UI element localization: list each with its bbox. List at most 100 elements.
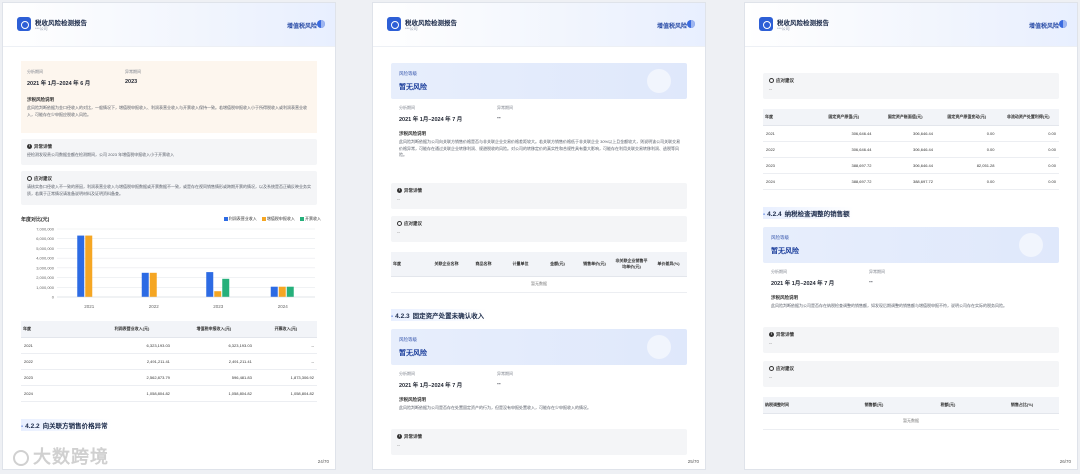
page-header: 税收风险检测报告 ***公司 增值税风险 xyxy=(373,3,705,47)
detail-value: -- xyxy=(397,197,400,202)
report-logo-icon xyxy=(387,17,401,31)
header-category: 增值税风险 xyxy=(656,24,687,30)
y-tick-label: 7,000,000 xyxy=(36,227,55,232)
legend-item-3: 开票收入 xyxy=(305,216,321,221)
abnormal-value: -- xyxy=(497,115,501,121)
y-tick-label: 3,000,000 xyxy=(36,265,55,270)
advice-heading: 应对建议 xyxy=(27,176,52,182)
table-cell: -- xyxy=(254,353,317,370)
table-header-row: 年度 利润表营业收入(元) 增值税申报收入(元) 开票收入(元) xyxy=(21,321,317,338)
table-cell: 596,481.83 xyxy=(172,369,255,386)
table-cell: 2023 xyxy=(763,157,813,174)
table-row: 2023 2,562,873.79 596,481.83 1,873,306.92 xyxy=(21,369,317,386)
shield-icon xyxy=(769,78,774,84)
risk-level-value: 暂无风险 xyxy=(771,248,799,255)
period-label: 分析期间 xyxy=(399,371,415,376)
warning-icon: ! xyxy=(397,188,402,194)
y-tick-label: 1,000,000 xyxy=(36,285,55,290)
col-header: 销售单价(元) xyxy=(576,252,613,277)
table-cell: 0.00 xyxy=(997,125,1059,142)
table-cell: 306,646.44 xyxy=(874,157,936,174)
period-value: 2021 年 1月–2024 年 7 月 xyxy=(399,383,463,389)
table-cell: 2,491,211.41 xyxy=(172,353,255,370)
page-number: 24/70 xyxy=(317,459,329,464)
report-page-24: 税收风险检测报告 ***公司 增值税风险 分析期间 2021 年 1月–2024… xyxy=(2,2,336,470)
table-cell: 306,646.44 xyxy=(874,141,936,158)
table-row: 暂无数据 xyxy=(391,276,687,293)
table-cell: 1,058,804.82 xyxy=(91,385,173,402)
bar xyxy=(270,286,278,297)
table-row: 2022 306,646.44 306,646.44 0.00 0.00 xyxy=(763,141,1059,158)
table-cell: 2024 xyxy=(763,173,813,190)
desc-title: 涉税风险说明 xyxy=(399,131,426,136)
risk-level-card-2 xyxy=(391,329,687,365)
table-cell: 6,323,193.03 xyxy=(91,337,173,354)
table-cell: 1,058,804.82 xyxy=(254,385,317,402)
detail-title: 异常详情 xyxy=(404,434,422,439)
table-cell: 0.00 xyxy=(997,157,1059,174)
detail-value: -- xyxy=(769,341,772,346)
header-category: 增值税风险 xyxy=(286,24,317,30)
col-header: 非流动资产处置利得(元) xyxy=(997,109,1059,126)
y-tick-label: 0 xyxy=(52,295,55,300)
col-header: 金额(元) xyxy=(539,252,576,277)
legend-swatch-2 xyxy=(261,216,266,221)
col-header: 利润表营业收入(元) xyxy=(91,321,173,338)
warning-icon: ! xyxy=(769,332,774,338)
detail-heading: ! 异常详情 xyxy=(397,434,422,440)
table-cell: 2022 xyxy=(21,353,91,370)
page-header: 税收风险检测报告 ***公司 增值税风险 xyxy=(3,3,335,47)
bar xyxy=(85,235,93,297)
desc-title: 涉税风险说明 xyxy=(771,295,798,300)
shield-icon xyxy=(397,221,402,227)
watermark-logo-icon xyxy=(13,450,29,467)
col-header: 商品名称 xyxy=(465,252,502,277)
table-cell: 1,873,306.92 xyxy=(254,369,317,386)
section-title: 向关联方销售价格异常 xyxy=(42,423,108,430)
period-value: 2021 年 1月–2024 年 7 月 xyxy=(399,117,463,123)
annual-comparison-chart: 0 1,000,000 2,000,000 3,000,000 4,000,000 5,0… xyxy=(36,227,315,309)
table-cell: 306,646.44 xyxy=(813,125,875,142)
bar xyxy=(222,278,230,297)
col-header: 年度 xyxy=(391,252,428,277)
watermark: 大数跨境 xyxy=(13,443,109,469)
detail-title: 异常详情 xyxy=(776,332,794,337)
table-cell: 0.00 xyxy=(936,125,998,142)
table-cell: 0.00 xyxy=(997,173,1059,190)
table-cell: 388,697.72 xyxy=(813,157,875,174)
advice-heading: 应对建议 xyxy=(397,221,422,227)
company-name: ***公司 xyxy=(35,26,48,31)
legend-swatch-1 xyxy=(223,216,228,221)
detail-box xyxy=(391,183,687,209)
table-header-row: 年度 固定资产原值(元) 固定资产账面值(元) 固定资产原值变动(元) 非流动资… xyxy=(763,109,1059,126)
x-tick-label: 2024 xyxy=(278,304,289,309)
report-logo-icon xyxy=(17,17,31,31)
table-cell: 0.00 xyxy=(936,141,998,158)
col-header: 年度 xyxy=(763,109,813,126)
abnormal-value: 2023 xyxy=(125,79,138,85)
table-cell: 2,491,211.41 xyxy=(91,353,173,370)
toggle-icon xyxy=(1059,20,1067,28)
abnormal-label: 异常期间 xyxy=(497,371,513,376)
bar xyxy=(286,286,294,297)
advice-value: -- xyxy=(397,230,400,235)
header-category: 增值税风险 xyxy=(1028,24,1059,30)
y-tick-label: 6,000,000 xyxy=(36,236,55,241)
detail-heading: ! 异常详情 xyxy=(397,188,422,194)
page-number: 25/70 xyxy=(687,459,699,464)
toggle-icon xyxy=(317,20,325,28)
table-cell: 2,562,873.79 xyxy=(91,369,173,386)
table-cell: 2022 xyxy=(763,141,813,158)
y-tick-label: 4,000,000 xyxy=(36,256,55,261)
col-header: 关联企业名称 xyxy=(428,252,465,277)
abnormal-label: 异常期间 xyxy=(497,105,513,110)
advice-box xyxy=(391,216,687,242)
period-label: 分析期间 xyxy=(399,105,415,110)
col-header: 固定资产账面值(元) xyxy=(874,109,936,126)
detail-title: 异常详情 xyxy=(34,144,52,149)
risk-summary-box xyxy=(21,61,317,133)
table-cell: 0.00 xyxy=(997,141,1059,158)
col-header: 纳税调整时间 xyxy=(763,397,837,414)
advice-box-2 xyxy=(763,361,1059,387)
watermark-text: 大数跨境 xyxy=(33,447,109,467)
